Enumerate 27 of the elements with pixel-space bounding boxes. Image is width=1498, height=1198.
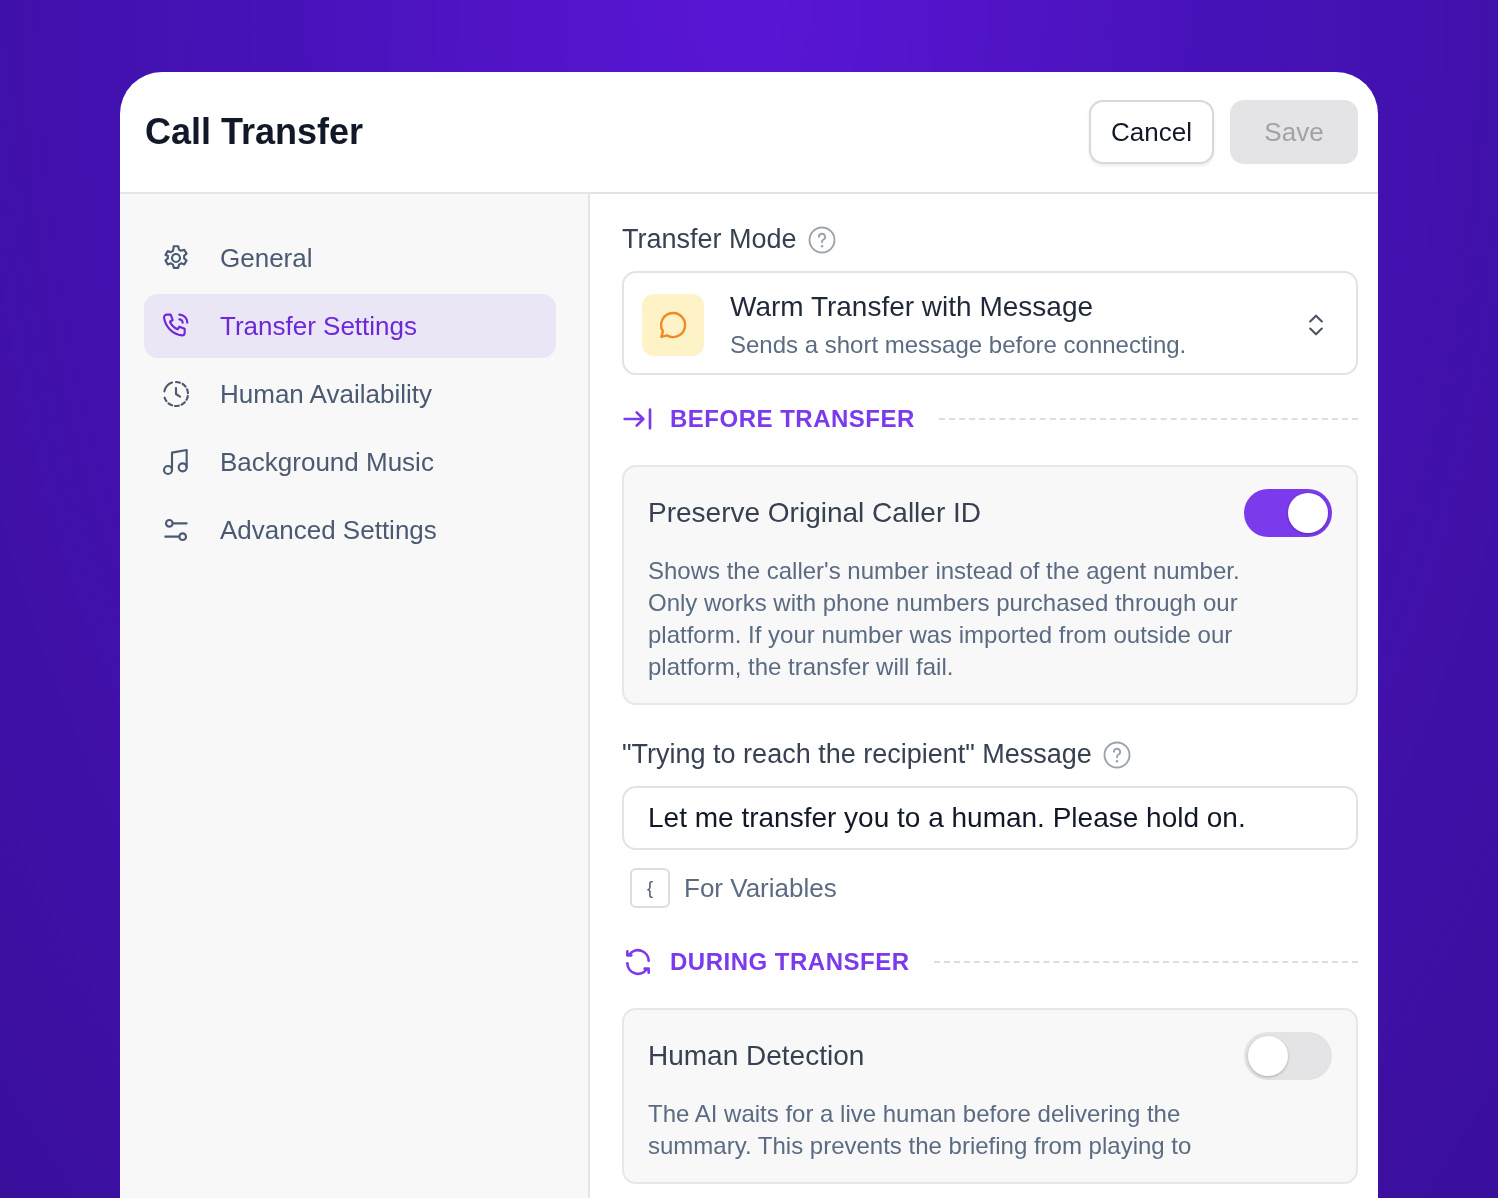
selected-mode-description: Sends a short message before connecting. — [730, 331, 1188, 359]
toggle-switch[interactable] — [1244, 1032, 1332, 1080]
sidebar-item[interactable]: General — [144, 226, 556, 290]
help-icon — [1101, 739, 1132, 770]
cancel-button[interactable]: Cancel — [1089, 100, 1214, 164]
setting-description: The AI waits for a live human before delivering the summary. This prevents the briefing from playing to — [648, 1099, 1193, 1161]
sidebar-item[interactable]: Advanced Settings — [144, 498, 556, 562]
hint-text: For Variables — [684, 872, 837, 904]
field-label: "Trying to reach the recipient" Message — [622, 739, 1092, 770]
sidebar-item[interactable]: Transfer Settings — [144, 294, 556, 358]
setting-title: Preserve Original Caller ID — [648, 497, 981, 529]
message-input[interactable]: Let me transfer you to a human. Please hold on. — [622, 786, 1358, 850]
key-hint: { — [630, 868, 670, 908]
sidebar-item[interactable]: Human Availability — [144, 362, 556, 426]
section-heading: DURING TRANSFER — [670, 948, 910, 976]
help-icon — [806, 224, 837, 255]
section-heading: BEFORE TRANSFER — [670, 405, 915, 433]
field-label: Transfer Mode — [622, 224, 797, 255]
clock-icon — [160, 378, 192, 410]
setting-description: Shows the caller's number instead of the agent number. Only works with phone numbers purchased through our platform. If your number was imported from outside our platform, the transfer will fail. — [648, 556, 1241, 682]
window-title: Call Transfer — [145, 111, 364, 153]
selected-mode-title: Warm Transfer with Message — [730, 291, 1095, 323]
transfer-mode-dropdown[interactable]: Warm Transfer with Message Sends a short message before connecting. — [622, 271, 1358, 375]
sidebar-item[interactable]: Background Music — [144, 430, 556, 494]
setting-title: Human Detection — [648, 1040, 865, 1072]
chat-bubble-icon — [642, 294, 704, 356]
toggle-switch[interactable] — [1244, 489, 1332, 537]
